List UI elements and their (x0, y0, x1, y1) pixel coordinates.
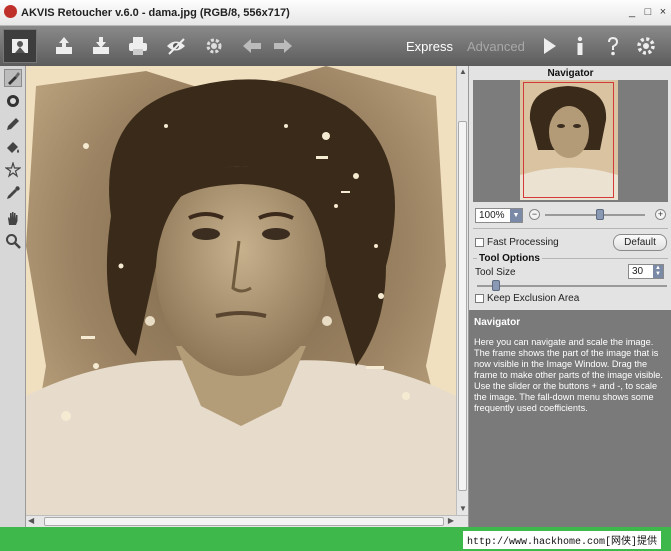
maximize-button[interactable]: □ (641, 5, 655, 19)
settings-gear-icon[interactable] (202, 34, 226, 58)
chevron-down-icon[interactable]: ▼ (510, 209, 522, 222)
zoom-icon[interactable] (4, 232, 22, 250)
tool-size-input[interactable]: 30 ▲ ▼ (628, 264, 664, 279)
right-panel: Navigator 100% ▼ − + Fast Processing Def… (468, 66, 671, 527)
redo-icon[interactable] (271, 34, 295, 58)
undo-icon[interactable] (240, 34, 264, 58)
navigator-preview[interactable] (473, 80, 668, 202)
vertical-scroll-thumb[interactable] (458, 121, 467, 491)
preferences-icon[interactable] (634, 34, 658, 58)
eye-icon[interactable] (164, 34, 188, 58)
pencil-icon[interactable] (4, 115, 22, 133)
zoom-in-button[interactable]: + (655, 209, 666, 220)
tools-panel (0, 66, 26, 527)
help-title: Navigator (474, 317, 521, 328)
photo-icon[interactable] (3, 29, 37, 63)
keep-exclusion-label: Keep Exclusion Area (487, 293, 580, 304)
tool-size-slider[interactable] (477, 285, 667, 287)
bottom-bar: http://www.hackhome.com[网侠]提供 (0, 527, 671, 551)
scroll-down-icon[interactable]: ▼ (459, 504, 467, 514)
spinner-arrows-icon[interactable]: ▲ ▼ (653, 265, 663, 278)
default-button[interactable]: Default (613, 234, 667, 251)
tool-size-value: 30 (632, 266, 644, 277)
brush-icon[interactable] (4, 69, 22, 87)
watermark-text: http://www.hackhome.com[网侠]提供 (462, 531, 661, 549)
zoom-slider[interactable] (545, 214, 645, 216)
open-icon[interactable] (52, 34, 76, 58)
vertical-scrollbar[interactable]: ▲ ▼ (456, 66, 468, 515)
close-button[interactable]: × (656, 5, 670, 19)
fast-processing-checkbox[interactable] (475, 238, 484, 247)
window-title: AKVIS Retoucher v.6.0 - dama.jpg (RGB/8,… (21, 7, 290, 19)
minimize-button[interactable]: _ (625, 5, 639, 19)
scroll-up-icon[interactable]: ▲ (459, 67, 467, 77)
print-icon[interactable] (126, 34, 150, 58)
photo-image (26, 66, 456, 515)
zoom-slider-handle[interactable] (596, 209, 604, 220)
magic-icon[interactable] (4, 161, 22, 179)
navigator-view-frame[interactable] (523, 82, 614, 198)
help-panel: Navigator Here you can navigate and scal… (469, 310, 671, 527)
main-toolbar: Express Advanced (0, 26, 671, 66)
eraser-icon[interactable] (4, 92, 22, 110)
tool-size-slider-handle[interactable] (492, 280, 500, 291)
divider (473, 228, 668, 229)
keep-exclusion-checkbox[interactable] (475, 294, 484, 303)
help-icon[interactable] (601, 34, 625, 58)
save-icon[interactable] (89, 34, 113, 58)
horizontal-scrollbar[interactable]: ◀ ▶ (26, 515, 468, 527)
zoom-select[interactable]: 100% ▼ (475, 208, 523, 223)
app-logo-icon (4, 5, 17, 18)
hand-icon[interactable] (4, 209, 22, 227)
tool-size-label: Tool Size (475, 267, 516, 278)
image-canvas[interactable] (26, 66, 456, 515)
fast-processing-label: Fast Processing (487, 237, 559, 248)
scroll-left-icon[interactable]: ◀ (28, 516, 34, 526)
mode-express-tab[interactable]: Express (406, 39, 453, 54)
tool-options-title: Tool Options (477, 253, 542, 264)
fill-icon[interactable] (4, 138, 22, 156)
run-icon[interactable] (537, 34, 561, 58)
help-text: Here you can navigate and scale the imag… (474, 337, 663, 413)
dropper-icon[interactable] (4, 184, 22, 202)
title-bar: AKVIS Retoucher v.6.0 - dama.jpg (RGB/8,… (0, 0, 671, 26)
scroll-right-icon[interactable]: ▶ (448, 516, 454, 526)
info-icon[interactable] (568, 34, 592, 58)
horizontal-scroll-thumb[interactable] (44, 517, 444, 526)
zoom-value: 100% (479, 210, 505, 221)
mode-advanced-tab[interactable]: Advanced (467, 39, 525, 54)
zoom-out-button[interactable]: − (529, 209, 540, 220)
